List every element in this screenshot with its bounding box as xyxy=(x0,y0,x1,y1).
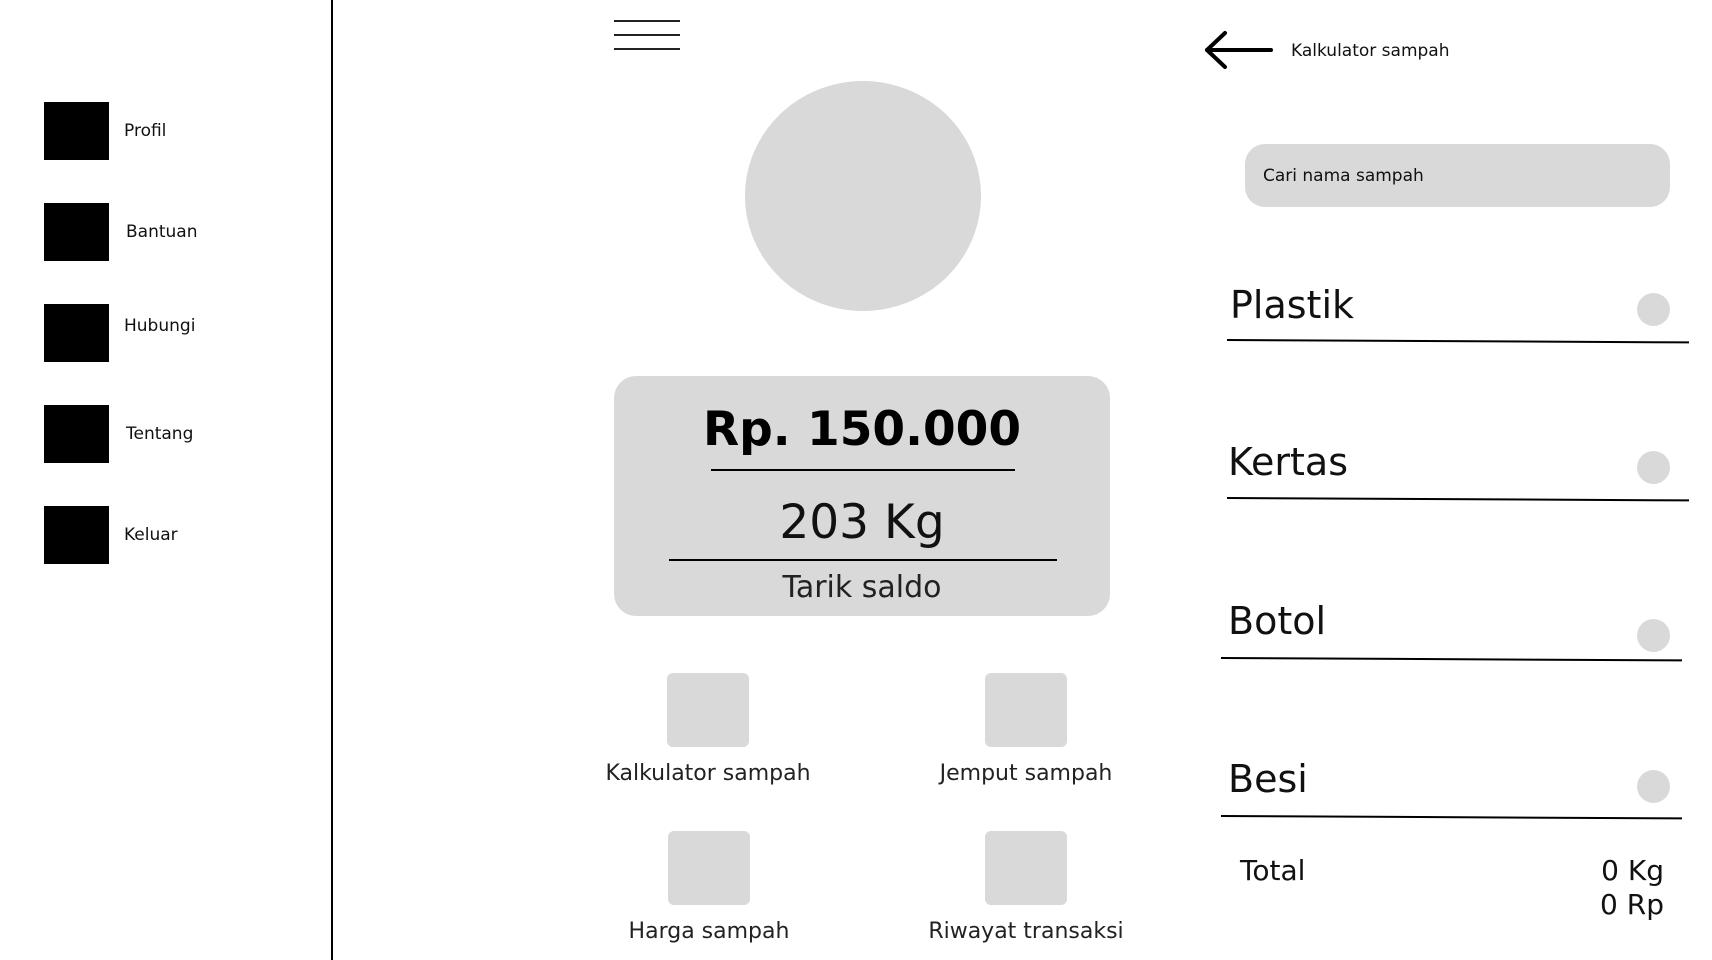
tile-label: Harga sampah xyxy=(628,919,790,944)
app-wireframe: Profil Bantuan Hubungi Tentang Keluar Rp… xyxy=(0,0,1712,960)
logout-icon xyxy=(44,506,109,564)
sidebar-item-label: Hubungi xyxy=(124,316,196,336)
divider xyxy=(711,469,1015,471)
radio-botol[interactable] xyxy=(1637,619,1670,652)
sidebar-item-label: Keluar xyxy=(124,525,178,545)
waste-label: Botol xyxy=(1228,599,1327,643)
profile-icon xyxy=(44,102,109,160)
total-weight: 0 Kg xyxy=(1601,854,1664,887)
page-title: Kalkulator sampah xyxy=(1291,41,1450,61)
radio-plastik[interactable] xyxy=(1637,293,1670,326)
sidebar-item-label: Tentang xyxy=(126,424,194,444)
search-input[interactable] xyxy=(1245,144,1670,207)
arrow-left-icon[interactable] xyxy=(1203,30,1273,70)
sidebar-item-label: Bantuan xyxy=(126,222,198,242)
history-icon xyxy=(985,831,1067,905)
radio-kertas[interactable] xyxy=(1637,451,1670,484)
pickup-icon xyxy=(985,673,1067,747)
divider xyxy=(669,559,1057,561)
sidebar-item-keluar[interactable]: Keluar xyxy=(44,506,178,564)
tile-label: Riwayat transaksi xyxy=(928,919,1124,944)
tile-jemput-sampah[interactable]: Jemput sampah xyxy=(906,673,1146,786)
withdraw-button[interactable]: Tarik saldo xyxy=(614,570,1110,605)
balance-amount: Rp. 150.000 xyxy=(702,402,1022,457)
contact-icon xyxy=(44,304,109,362)
sidebar-item-label: Profil xyxy=(124,121,167,141)
hamburger-line xyxy=(614,20,680,22)
hamburger-line xyxy=(614,34,680,36)
sidebar-item-bantuan[interactable]: Bantuan xyxy=(44,203,198,261)
waste-label: Kertas xyxy=(1228,440,1349,484)
avatar[interactable] xyxy=(745,81,981,311)
radio-besi[interactable] xyxy=(1637,770,1670,803)
sidebar-item-hubungi[interactable]: Hubungi xyxy=(44,304,195,362)
sidebar-item-tentang[interactable]: Tentang xyxy=(44,405,193,463)
tile-riwayat-transaksi[interactable]: Riwayat transaksi xyxy=(906,831,1146,944)
waste-label: Plastik xyxy=(1230,283,1355,327)
tile-label: Jemput sampah xyxy=(939,761,1113,786)
price-icon xyxy=(668,831,750,905)
about-icon xyxy=(44,405,109,463)
balance-card: Rp. 150.000 203 Kg Tarik saldo xyxy=(614,376,1110,616)
total-price: 0 Rp xyxy=(1600,888,1664,921)
total-label: Total xyxy=(1240,854,1306,887)
sidebar-divider xyxy=(331,0,333,960)
tile-label: Kalkulator sampah xyxy=(605,761,811,786)
balance-weight: 203 Kg xyxy=(779,495,945,550)
calculator-icon xyxy=(667,673,749,747)
sidebar-item-profil[interactable]: Profil xyxy=(44,102,166,160)
tile-harga-sampah[interactable]: Harga sampah xyxy=(589,831,829,944)
tile-kalkulator-sampah[interactable]: Kalkulator sampah xyxy=(588,673,828,786)
hamburger-menu-icon[interactable] xyxy=(614,20,680,52)
waste-label: Besi xyxy=(1228,757,1308,801)
help-icon xyxy=(44,203,109,261)
hamburger-line xyxy=(614,48,680,50)
